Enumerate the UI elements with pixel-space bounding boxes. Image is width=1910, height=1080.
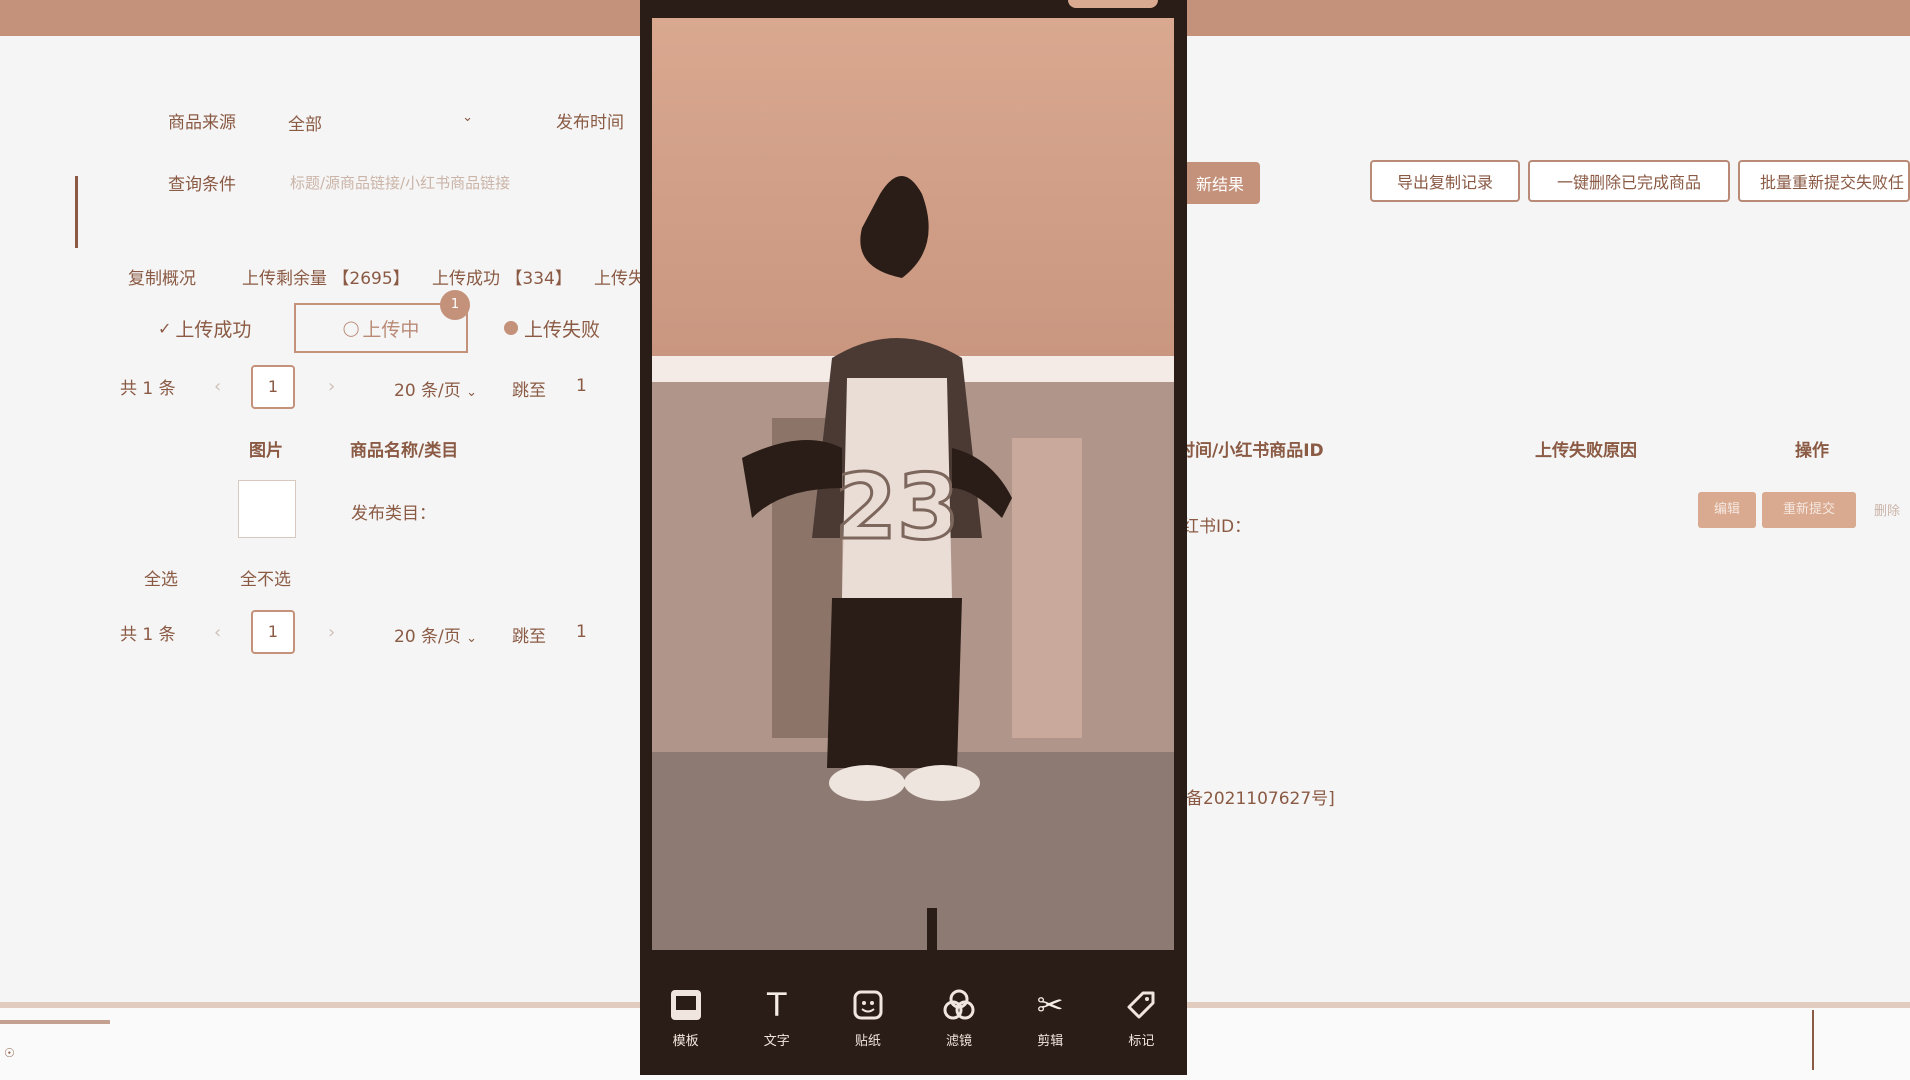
source-select-value: 全部 [288, 115, 322, 135]
prev-page-icon[interactable]: ‹ [214, 622, 221, 643]
delete-completed-button[interactable]: 一键删除已完成商品 [1528, 160, 1730, 202]
tool-label: 剪辑 [1037, 1034, 1064, 1049]
check-circle-icon: ✓ [158, 318, 172, 338]
select-all-button[interactable]: 全选 [144, 565, 178, 590]
edit-button[interactable]: 编辑 [1698, 492, 1756, 528]
tool-label: 文字 [763, 1034, 790, 1049]
search-button[interactable]: 新结果 [1180, 162, 1260, 204]
per-page-label: 20 条/页 [394, 627, 461, 647]
col-ops: 操作 [1795, 441, 1829, 461]
jump-label: 跳至 [512, 381, 546, 401]
per-page-select[interactable]: 20 条/页 ⌄ [394, 376, 477, 401]
overview-remaining: 上传剩余量 【2695】 [242, 269, 410, 289]
row-category: 发布类目： [351, 504, 436, 524]
current-page[interactable]: 1 [251, 365, 295, 409]
status-indicator-icon: ☉ [4, 1046, 15, 1060]
loading-circle-icon: ◯ [342, 319, 360, 337]
tool-template[interactable]: 模板 [651, 986, 721, 1049]
tool-text[interactable]: T 文字 [742, 986, 812, 1049]
tool-filter[interactable]: 滤镜 [924, 986, 994, 1049]
batch-resubmit-button[interactable]: 批量重新提交失败任 [1738, 160, 1910, 202]
col-reason: 上传失败原因 [1535, 441, 1637, 461]
current-page-bottom[interactable]: 1 [251, 610, 295, 654]
chevron-down-icon: ⌄ [466, 385, 478, 400]
product-thumbnail [238, 480, 296, 538]
source-label: 商品来源 [168, 113, 236, 133]
search-button-label: 新结果 [1195, 175, 1244, 194]
tool-label: 模板 [672, 1034, 699, 1049]
text-icon: T [766, 986, 787, 1024]
tool-tag[interactable]: 标记 [1106, 986, 1176, 1049]
delete-completed-label: 一键删除已完成商品 [1556, 173, 1701, 192]
dot-icon [504, 321, 518, 335]
next-page-icon[interactable]: › [328, 622, 335, 643]
per-page-select-bottom[interactable]: 20 条/页 ⌄ [394, 622, 477, 647]
tab-uploading-label: 上传中 [362, 318, 420, 341]
col-time-id: 时间/小红书商品ID [1178, 441, 1324, 461]
per-page-label: 20 条/页 [394, 381, 461, 401]
batch-resubmit-label: 批量重新提交失败任 [1760, 173, 1905, 192]
tab-upload-failed[interactable]: 上传失败 [504, 303, 600, 353]
icp-text: 备2021107627号] [1186, 789, 1335, 809]
jump-input[interactable]: 1 [576, 376, 587, 396]
jump-label-bottom: 跳至 [512, 627, 546, 647]
select-none-button[interactable]: 全不选 [240, 565, 291, 590]
export-button[interactable]: 导出复制记录 [1370, 160, 1520, 202]
sticker-icon [849, 986, 887, 1024]
retry-button[interactable]: 重新提交 [1762, 492, 1856, 528]
scissors-icon: ✂ [1036, 986, 1064, 1024]
filter-icon [940, 986, 978, 1024]
photo-preview: 23 [652, 18, 1174, 950]
source-select[interactable]: 全部 ⌄ [288, 110, 473, 136]
pagination-total-bottom: 共 1 条 [120, 625, 176, 645]
publish-time-label: 发布时间 [556, 113, 624, 133]
jump-input-bottom[interactable]: 1 [576, 622, 587, 642]
scrollbar-thumb[interactable] [0, 1020, 110, 1024]
chevron-down-icon: ⌄ [462, 110, 473, 125]
tab-upload-failed-label: 上传失败 [524, 318, 601, 341]
divider [1812, 1010, 1814, 1070]
tool-label: 标记 [1128, 1034, 1155, 1049]
tab-upload-success-label: 上传成功 [175, 318, 252, 341]
divider [75, 176, 78, 248]
chevron-down-icon: ⌄ [466, 631, 478, 646]
overview-title: 复制概况 [128, 269, 196, 289]
query-input[interactable]: 标题/源商品链接/小红书商品链接 [290, 172, 510, 193]
export-button-label: 导出复制记录 [1396, 173, 1493, 192]
tag-icon [1122, 986, 1160, 1024]
prev-page-icon[interactable]: ‹ [214, 376, 221, 397]
col-image: 图片 [249, 441, 283, 461]
next-page-icon[interactable]: › [328, 376, 335, 397]
tool-sticker[interactable]: 贴纸 [833, 986, 903, 1049]
jersey-number: 23 [834, 455, 959, 560]
overview-fail: 上传失 [594, 269, 645, 289]
phone-notch [1068, 0, 1158, 8]
tab-upload-success[interactable]: ✓ 上传成功 [158, 303, 251, 353]
uploading-count-badge: 1 [440, 290, 470, 320]
tool-cut[interactable]: ✂ 剪辑 [1015, 986, 1085, 1049]
delete-link[interactable]: 删除 [1874, 500, 1900, 519]
pagination-total: 共 1 条 [120, 379, 176, 399]
col-name: 商品名称/类目 [350, 441, 459, 461]
tool-label: 滤镜 [946, 1034, 973, 1049]
tool-label: 贴纸 [854, 1034, 881, 1049]
template-icon [667, 986, 705, 1024]
query-label: 查询条件 [168, 175, 236, 195]
overview-success: 上传成功 【334】 [432, 269, 572, 289]
phone-editor-toolbar: 模板 T 文字 贴纸 滤镜 ✂ 剪辑 标记 [640, 960, 1187, 1075]
row-xhs-id: 红书ID： [1182, 517, 1252, 537]
